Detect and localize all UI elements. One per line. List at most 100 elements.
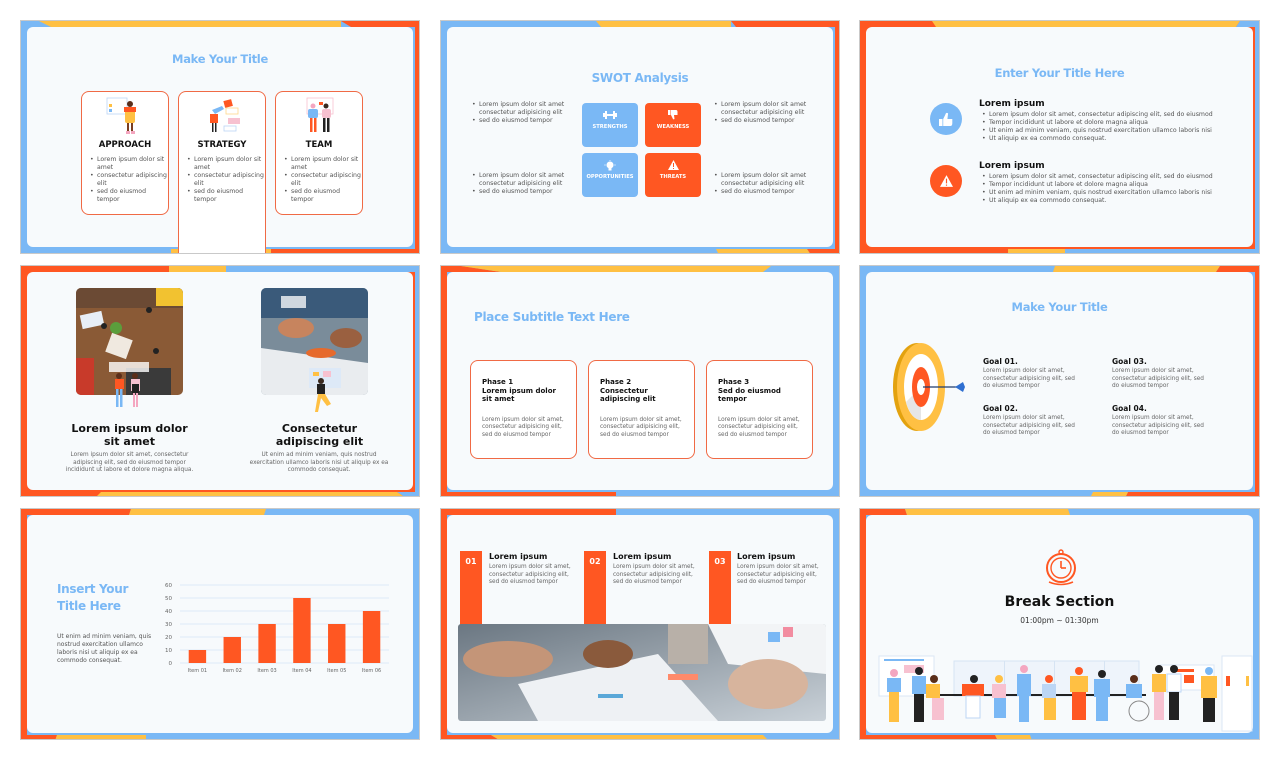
y-tick-label: 20 bbox=[165, 635, 172, 641]
bullet: Lorem ipsum dolor sit amet bbox=[187, 156, 265, 172]
x-tick-label: Item 04 bbox=[292, 668, 311, 674]
bullet: sed do eiusmod tempor bbox=[472, 188, 567, 196]
warning-icon bbox=[939, 175, 953, 187]
thumbs-up-circle bbox=[930, 103, 962, 135]
item-2: Lorem ipsum Lorem ipsum dolor sit amet, … bbox=[979, 161, 1219, 205]
slide-1[interactable]: Make Your Title APPROACH Lorem ipsum dol… bbox=[20, 20, 420, 254]
slide-grid: Make Your Title APPROACH Lorem ipsum dol… bbox=[0, 0, 1280, 760]
bar bbox=[328, 624, 346, 663]
slide-content: Enter Your Title Here Lorem ipsum Lorem … bbox=[866, 27, 1253, 247]
bullet: consectetur adipiscing elit bbox=[187, 172, 265, 188]
threats-notes: Lorem ipsum dolor sit amet consectetur a… bbox=[714, 172, 809, 196]
slide-title: Enter Your Title Here bbox=[994, 66, 1125, 80]
swot-label: WEAKNESS bbox=[656, 124, 690, 130]
stopwatch-icon bbox=[1046, 549, 1076, 586]
phase-label: Phase 1 bbox=[482, 378, 514, 386]
bullet: Lorem ipsum dolor sit amet, consectetur … bbox=[982, 111, 1219, 119]
bar bbox=[188, 650, 207, 663]
column-heading: Lorem ipsum bbox=[613, 552, 672, 561]
bullet: Ut enim ad minim veniam, quis nostrud ex… bbox=[982, 189, 1219, 197]
slide-7[interactable]: Insert Your Title Here Ut enim ad minim … bbox=[20, 508, 420, 740]
column-body: Lorem ipsum dolor sit amet, consectetur … bbox=[489, 564, 571, 586]
goal-3: Goal 03. Lorem ipsum dolor sit amet, con… bbox=[1112, 357, 1212, 391]
number-bar-3: 03 bbox=[709, 551, 731, 631]
swot-threats[interactable]: THREATS bbox=[645, 153, 701, 197]
slide-content: Make Your Title APPROACH Lorem ipsum dol… bbox=[27, 27, 413, 253]
slide-5[interactable]: Place Subtitle Text Here Phase 1 Lorem i… bbox=[440, 265, 840, 497]
column-1: Lorem ipsum Lorem ipsum dolor sit amet, … bbox=[489, 552, 579, 587]
slide-6[interactable]: Make Your Title Goal 01. Lorem ipsum dol… bbox=[859, 265, 1260, 497]
number-bar-1: 01 bbox=[460, 551, 482, 631]
bullet: Ut aliquip ex ea commodo consequat. bbox=[982, 197, 1219, 205]
slide-title: SWOT Analysis bbox=[591, 71, 689, 85]
phase-heading: Lorem ipsum dolor sit amet bbox=[482, 386, 556, 404]
bullet: Tempor incididunt ut labore et dolore ma… bbox=[982, 181, 1219, 189]
y-tick-label: 60 bbox=[165, 583, 172, 589]
slide-content: 01 02 03 Lorem ipsum Lorem ipsum dolor s… bbox=[447, 515, 833, 733]
x-tick-label: Item 05 bbox=[327, 668, 346, 674]
slide-content: Break Section 01:00pm ~ 01:30pm bbox=[866, 515, 1253, 733]
phase-card-1: Phase 1 Lorem ipsum dolor sit amet Lorem… bbox=[470, 360, 577, 459]
x-tick-label: Item 03 bbox=[257, 668, 276, 674]
bullet: Ut enim ad minim veniam, quis nostrud ex… bbox=[982, 127, 1219, 135]
approach-illustration-icon bbox=[106, 97, 136, 134]
card-bullets: Lorem ipsum dolor sit amet consectetur a… bbox=[187, 156, 265, 204]
column-body: Lorem ipsum dolor sit amet, consectetur … bbox=[613, 564, 695, 586]
item-heading: Lorem ipsum bbox=[979, 161, 1045, 171]
swot-strengths[interactable]: STRENGTHS bbox=[582, 103, 638, 147]
bar bbox=[223, 637, 241, 663]
slide-content: Make Your Title Goal 01. Lorem ipsum dol… bbox=[866, 272, 1253, 490]
bullet: sed do eiusmod tempor bbox=[90, 188, 168, 204]
slide-3[interactable]: Enter Your Title Here Lorem ipsum Lorem … bbox=[859, 20, 1260, 254]
card-bullets: Lorem ipsum dolor sit amet consectetur a… bbox=[90, 156, 168, 204]
goal-heading: Goal 03. bbox=[1112, 357, 1147, 366]
column-body: Lorem ipsum dolor sit amet, consectetur … bbox=[65, 452, 194, 474]
column-3: Lorem ipsum Lorem ipsum dolor sit amet, … bbox=[737, 552, 827, 587]
bar-chart: 0 10 20 30 40 50 60 Item 01 Item 02 Item 03 Item 0… bbox=[165, 583, 389, 674]
swot-opportunities[interactable]: OPPORTUNITIES bbox=[582, 153, 638, 197]
person-with-board-icon bbox=[309, 368, 341, 412]
swot-weakness[interactable]: WEAKNESS bbox=[645, 103, 701, 147]
slide-8[interactable]: 01 02 03 Lorem ipsum Lorem ipsum dolor s… bbox=[440, 508, 840, 740]
swot-label: STRENGTHS bbox=[592, 124, 628, 130]
slide-content: SWOT Analysis Lorem ipsum dolor sit amet… bbox=[447, 27, 833, 247]
goal-body: Lorem ipsum dolor sit amet, consectetur … bbox=[1112, 415, 1204, 437]
thumbs-down-icon bbox=[645, 110, 701, 124]
card-approach: APPROACH Lorem ipsum dolor sit amet cons… bbox=[81, 91, 169, 215]
bullet: Lorem ipsum dolor sit amet consectetur a… bbox=[714, 172, 809, 188]
column-number: 03 bbox=[714, 557, 726, 566]
phase-label: Phase 2 bbox=[600, 378, 632, 386]
bullet: Lorem ipsum dolor sit amet, consectetur … bbox=[982, 173, 1219, 181]
x-tick-label: Item 06 bbox=[362, 668, 381, 674]
column-number: 02 bbox=[589, 557, 601, 566]
column-heading: Lorem ipsum dolor sit amet bbox=[71, 422, 188, 448]
slide-4[interactable]: Lorem ipsum dolor sit amet Lorem ipsum d… bbox=[20, 265, 420, 497]
column-heading: Consectetur adipiscing elit bbox=[275, 422, 364, 448]
opportunities-notes: Lorem ipsum dolor sit amet consectetur a… bbox=[472, 172, 567, 196]
item-bullets: Lorem ipsum dolor sit amet, consectetur … bbox=[982, 111, 1219, 143]
phase-body: Lorem ipsum dolor sit amet, consectetur … bbox=[482, 416, 564, 438]
goal-body: Lorem ipsum dolor sit amet, consectetur … bbox=[1112, 368, 1204, 390]
card-heading: STRATEGY bbox=[197, 140, 247, 150]
column-body: Lorem ipsum dolor sit amet, consectetur … bbox=[737, 564, 819, 586]
slide-2[interactable]: SWOT Analysis Lorem ipsum dolor sit amet… bbox=[440, 20, 840, 254]
column-number: 01 bbox=[465, 557, 477, 566]
slide-content: Place Subtitle Text Here Phase 1 Lorem i… bbox=[447, 272, 833, 490]
bullet: sed do eiusmod tempor bbox=[714, 188, 809, 196]
bullet: Lorem ipsum dolor sit amet bbox=[284, 156, 362, 172]
phase-card-2: Phase 2 Consectetur adipiscing elit Lore… bbox=[588, 360, 695, 459]
bullet: Ut aliquip ex ea commodo consequat. bbox=[982, 135, 1219, 143]
break-time: 01:00pm ~ 01:30pm bbox=[1020, 616, 1099, 625]
goal-heading: Goal 01. bbox=[983, 357, 1018, 366]
slide-9[interactable]: Break Section 01:00pm ~ 01:30pm bbox=[859, 508, 1260, 740]
lightbulb-icon bbox=[582, 160, 638, 174]
warning-icon bbox=[645, 160, 701, 174]
card-bullets: Lorem ipsum dolor sit amet consectetur a… bbox=[284, 156, 362, 204]
phase-body: Lorem ipsum dolor sit amet, consectetur … bbox=[718, 416, 800, 438]
number-bar-2: 02 bbox=[584, 551, 606, 631]
documents-photo bbox=[458, 624, 826, 721]
bullet: sed do eiusmod tempor bbox=[472, 117, 567, 125]
x-tick-label: Item 01 bbox=[188, 668, 207, 674]
card-strategy: STRATEGY Lorem ipsum dolor sit amet cons… bbox=[178, 91, 266, 253]
bullet: Tempor incididunt ut labore et dolore ma… bbox=[982, 119, 1219, 127]
